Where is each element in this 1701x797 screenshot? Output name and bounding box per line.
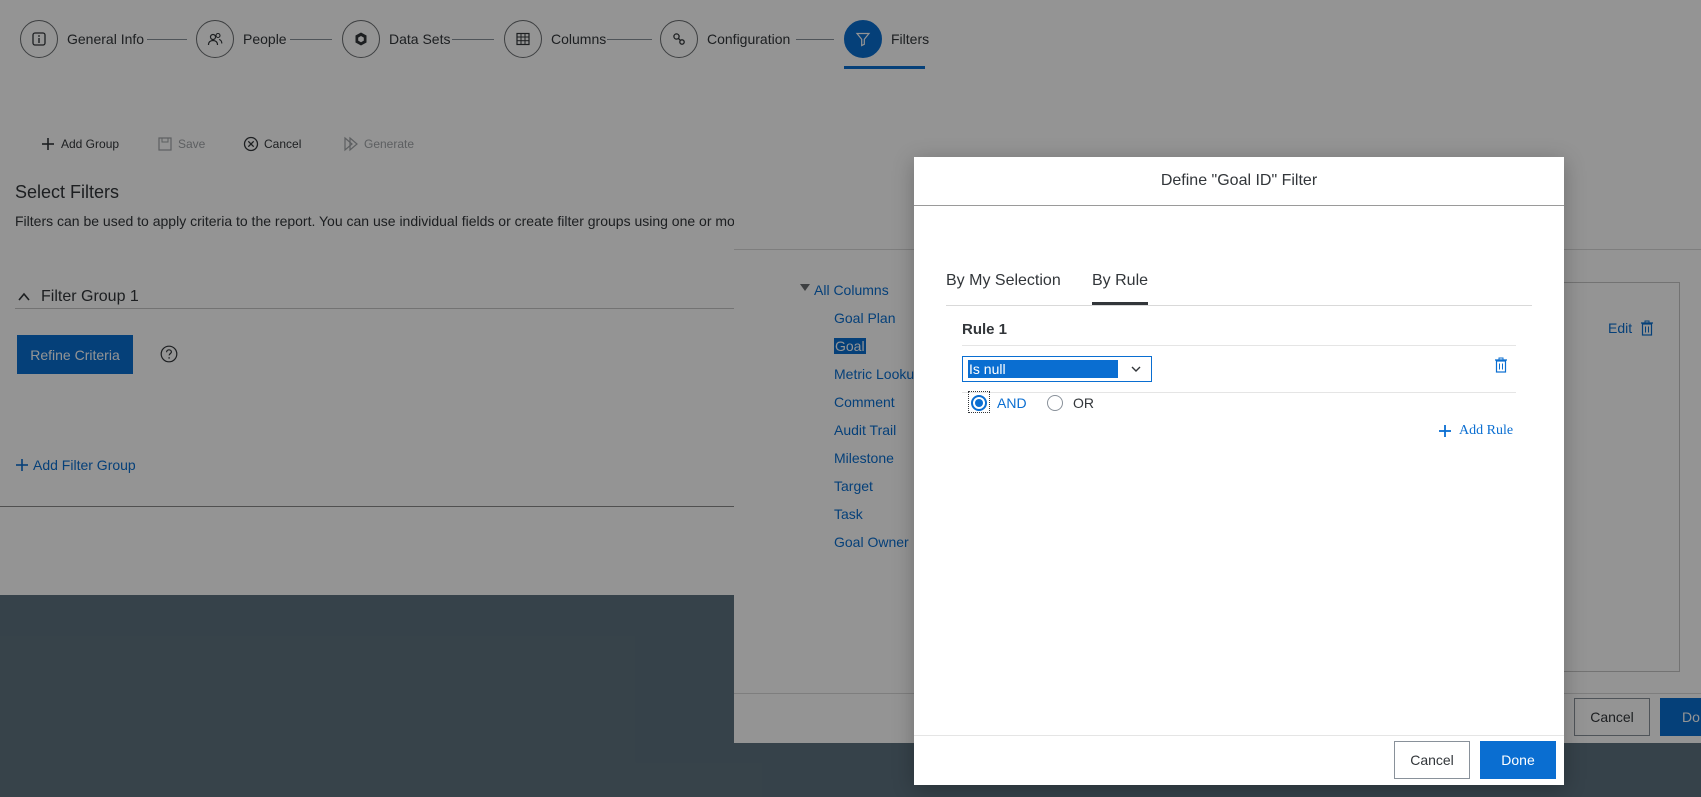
divider xyxy=(962,345,1516,346)
done-button[interactable]: Done xyxy=(1480,741,1556,779)
dialog-title: Define "Goal ID" Filter xyxy=(914,157,1564,206)
radio-circle[interactable] xyxy=(1047,395,1063,411)
plus-icon xyxy=(1439,425,1451,437)
radio-and-label: AND xyxy=(997,395,1027,411)
radio-circle[interactable] xyxy=(971,395,987,411)
rule-title: Rule 1 xyxy=(962,321,1008,338)
chevron-down-icon[interactable] xyxy=(1121,357,1151,381)
delete-rule-trash-icon[interactable] xyxy=(1494,357,1508,373)
divider xyxy=(962,392,1516,393)
cancel-button[interactable]: Cancel xyxy=(1394,741,1470,779)
operator-select[interactable]: Is null xyxy=(962,356,1152,382)
radio-and[interactable]: AND xyxy=(971,395,1027,411)
tab-by-my-selection[interactable]: By My Selection xyxy=(946,272,1061,290)
tab-by-rule[interactable]: By Rule xyxy=(1092,272,1149,305)
operator-select-value: Is null xyxy=(968,360,1118,378)
tab-bar: By My Selection By Rule xyxy=(946,264,1532,306)
add-rule-link[interactable]: Add Rule xyxy=(1438,423,1513,439)
add-rule-label: Add Rule xyxy=(1459,423,1514,438)
define-filter-dialog: Define "Goal ID" Filter By My Selection … xyxy=(914,157,1564,785)
radio-or-label: OR xyxy=(1073,395,1094,411)
radio-or[interactable]: OR xyxy=(1047,395,1094,411)
